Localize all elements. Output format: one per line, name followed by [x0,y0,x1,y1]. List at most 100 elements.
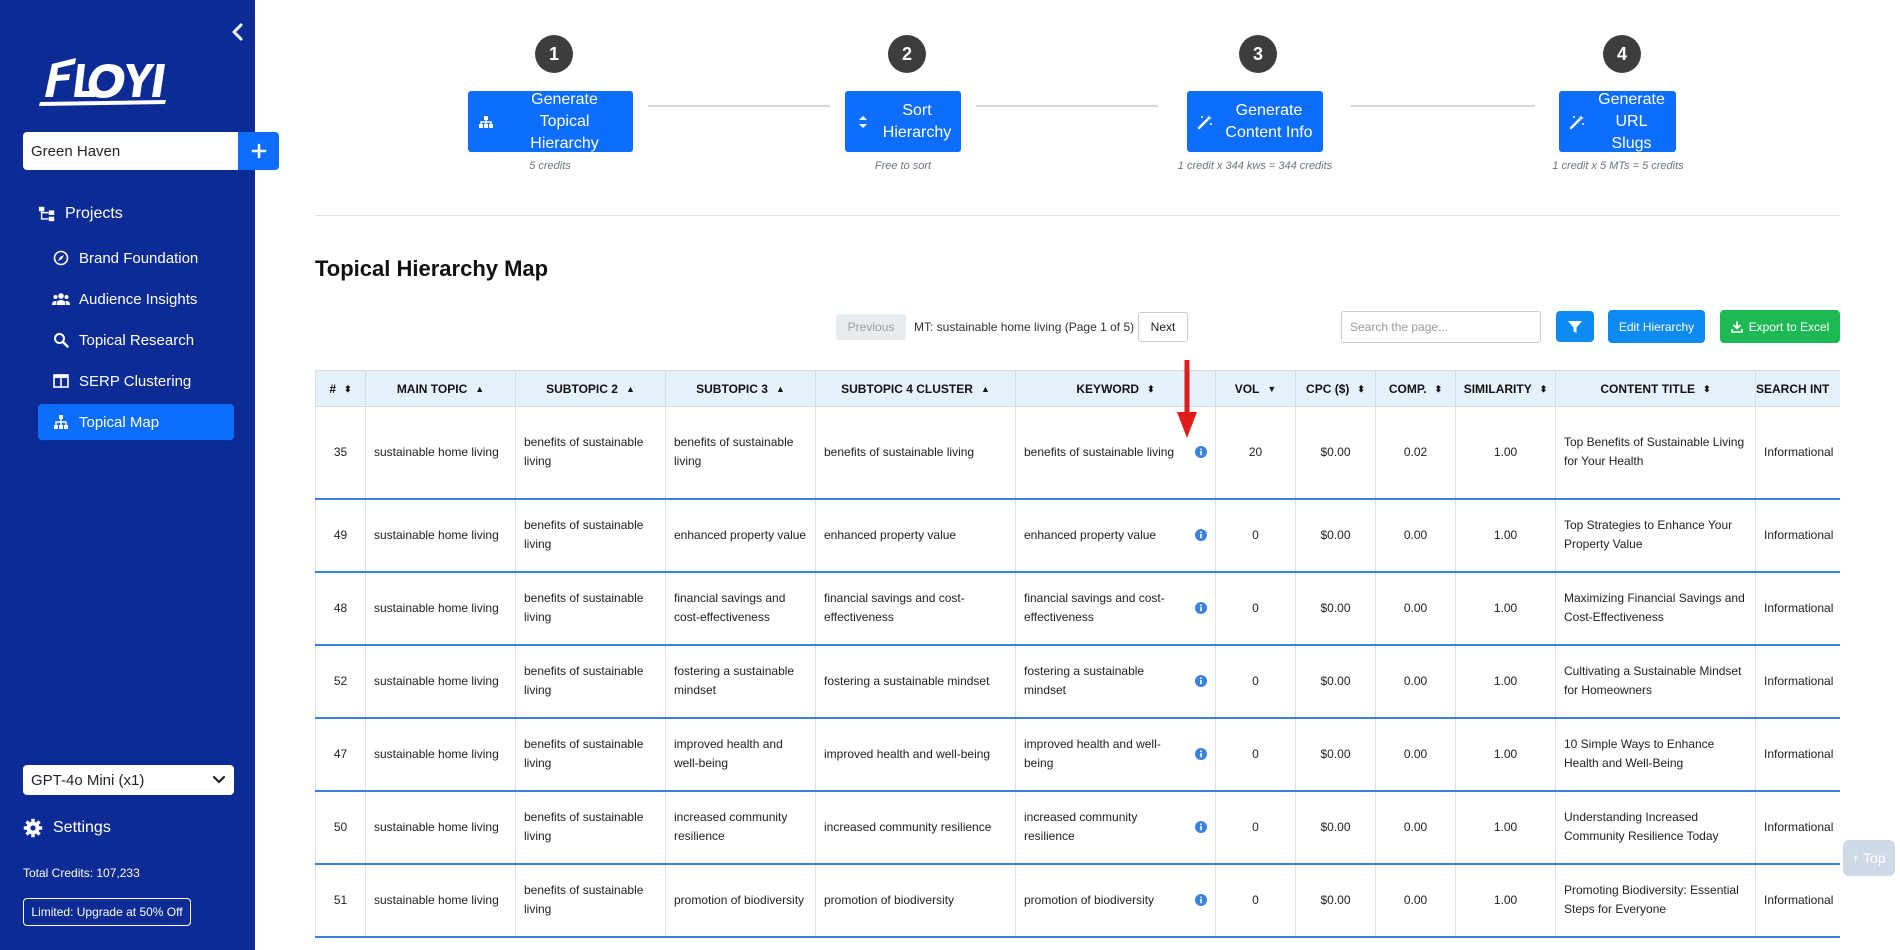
filter-button[interactable] [1556,311,1594,342]
step-connector [976,105,1158,107]
sort-hierarchy-button[interactable]: Sort Hierarchy [845,91,961,152]
settings-link[interactable]: Settings [23,818,111,838]
step-credits-note: 1 credit x 344 kws = 344 credits [1177,160,1333,172]
export-to-excel-button[interactable]: Export to Excel [1720,310,1840,343]
previous-page-button[interactable]: Previous [836,314,906,340]
header-col-subtopic-3[interactable]: SUBTOPIC 3 ▲ [665,370,816,407]
cell-similarity: 1.00 [1455,644,1556,719]
info-icon[interactable] [1195,602,1207,614]
keyword-text: financial savings and cost-effectiveness [1024,591,1165,624]
scroll-to-top-button[interactable]: ↑ Top [1843,840,1895,876]
sidebar-item-label: Audience Insights [79,290,198,308]
cell-subtopic-3: fostering a sustainable mindset [665,644,816,719]
sort-icon[interactable]: ▲ [981,384,990,394]
hierarchy-table-container[interactable]: # ⬍ MAIN TOPIC ▲ SUBTOPIC 2 ▲ SUBTOPIC 3 ▲ SUBTO… [315,370,1840,950]
info-icon[interactable] [1195,446,1207,459]
header-col-vol[interactable]: VOL ▼ [1215,370,1296,407]
generate-url-slugs-button[interactable]: Generate URL Slugs [1559,91,1676,152]
header-col-comp[interactable]: COMP. ⬍ [1375,370,1456,407]
table-row[interactable]: 52 sustainable home living benefits of sus… [315,644,1840,719]
info-icon[interactable] [1195,748,1207,760]
cell-main-topic: sustainable home living [365,406,516,500]
cell-search-intent: Informational [1755,498,1840,573]
header-label: SIMILARITY [1463,381,1532,396]
header-col-cpc[interactable]: CPC ($) ⬍ [1295,370,1376,407]
cell-main-topic: sustainable home living [365,644,516,719]
cell-subtopic-3: benefits of sustainable living [665,406,816,500]
sort-icon[interactable]: ▲ [475,384,484,394]
info-icon[interactable] [1195,821,1207,833]
table-row[interactable]: 50 sustainable home living benefits of sus… [315,790,1840,865]
sort-icon[interactable]: ▲ [776,384,785,394]
cell-similarity: 1.00 [1455,498,1556,573]
cell-keyword: improved health and well-being [1015,717,1216,792]
table-row[interactable]: 48 sustainable home living benefits of sus… [315,571,1840,646]
project-name-input[interactable] [23,132,238,170]
header-col-search-intent[interactable]: SEARCH INT [1755,370,1840,407]
cell-vol: 0 [1215,717,1296,792]
cell-vol: 0 [1215,863,1296,938]
header-col-content-title[interactable]: CONTENT TITLE ⬍ [1555,370,1756,407]
collapse-sidebar-icon[interactable] [228,22,248,42]
header-label: COMP. [1388,381,1427,396]
header-col-main-topic[interactable]: MAIN TOPIC ▲ [365,370,516,407]
table-row[interactable]: 49 sustainable home living benefits of sus… [315,498,1840,573]
model-select[interactable]: GPT-4o Mini (x1) [23,765,234,795]
cell-main-topic: sustainable home living [365,790,516,865]
header-col-number[interactable]: # ⬍ [315,370,366,407]
sidebar-item-audience-insights[interactable]: Audience Insights [0,281,255,317]
table-row[interactable]: 47 sustainable home living benefits of sus… [315,717,1840,792]
info-icon[interactable] [1195,894,1207,906]
search-page-input[interactable] [1341,311,1541,343]
step-label-line2: Content Info [1225,123,1313,141]
table-row[interactable]: 51 sustainable home living benefits of sus… [315,863,1840,938]
cell-subtopic-2: benefits of sustainable living [515,790,666,865]
sidebar-item-label: Brand Foundation [79,249,199,267]
sort-icon[interactable]: ⬍ [1540,384,1548,395]
sidebar-item-topical-map[interactable]: Topical Map [38,404,234,440]
sidebar-item-topical-research[interactable]: Topical Research [0,322,255,358]
chevron-down-icon [212,775,226,784]
generate-topical-hierarchy-button[interactable]: Generate Topical Hierarchy [468,91,633,152]
keyword-wrapper: financial savings and cost-effectiveness [1024,589,1207,627]
annotation-arrow-icon [1175,360,1199,440]
sort-icon[interactable]: ⬍ [1147,384,1155,395]
sidebar-item-serp-clustering[interactable]: SERP Clustering [0,363,255,399]
sort-icon[interactable]: ▼ [1267,384,1276,394]
cell-subtopic-4: improved health and well-being [815,717,1016,792]
cell-cpc: $0.00 [1295,790,1376,865]
edit-hierarchy-button[interactable]: Edit Hierarchy [1608,310,1705,343]
sidebar-item-label: Topical Map [79,413,160,431]
sort-icon[interactable]: ▲ [626,384,635,394]
header-col-subtopic-4-cluster[interactable]: SUBTOPIC 4 CLUSTER ▲ [815,370,1016,407]
sort-icon[interactable]: ⬍ [1703,384,1711,395]
header-col-similarity[interactable]: SIMILARITY ⬍ [1455,370,1556,407]
sidebar-item-projects[interactable]: Projects [0,196,255,232]
sort-icon[interactable]: ⬍ [1435,384,1443,395]
header-label: SUBTOPIC 4 CLUSTER [841,381,973,396]
upgrade-button[interactable]: Limited: Upgrade at 50% Off [23,898,191,926]
info-icon[interactable] [1195,675,1207,687]
keyword-text: improved health and well-being [1024,737,1161,770]
sidebar-item-brand-foundation[interactable]: Brand Foundation [0,240,255,276]
next-page-button[interactable]: Next [1138,312,1188,342]
cell-similarity: 1.00 [1455,717,1556,792]
cell-main-topic: sustainable home living [365,863,516,938]
table-row[interactable]: 35 sustainable home living benefits of sus… [315,406,1840,500]
step-label-line1: Generate [1598,90,1665,108]
keyword-text: promotion of biodiversity [1024,892,1155,907]
cell-main-topic: sustainable home living [365,498,516,573]
sort-icon[interactable]: ⬍ [344,384,352,395]
keyword-text: enhanced property value [1024,527,1157,542]
info-icon[interactable] [1195,529,1207,541]
sort-icon[interactable]: ⬍ [1357,384,1365,395]
row-number: 47 [315,717,366,792]
keyword-text: benefits of sustainable living [1024,444,1175,459]
header-label: VOL [1234,381,1260,396]
cell-keyword: financial savings and cost-effectiveness [1015,571,1216,646]
header-col-subtopic-2[interactable]: SUBTOPIC 2 ▲ [515,370,666,407]
generate-content-info-button[interactable]: Generate Content Info [1187,91,1323,152]
app-root: Projects Brand Foundation Audience Insig… [0,0,1900,950]
add-project-button[interactable] [238,132,279,170]
cell-cpc: $0.00 [1295,863,1376,938]
